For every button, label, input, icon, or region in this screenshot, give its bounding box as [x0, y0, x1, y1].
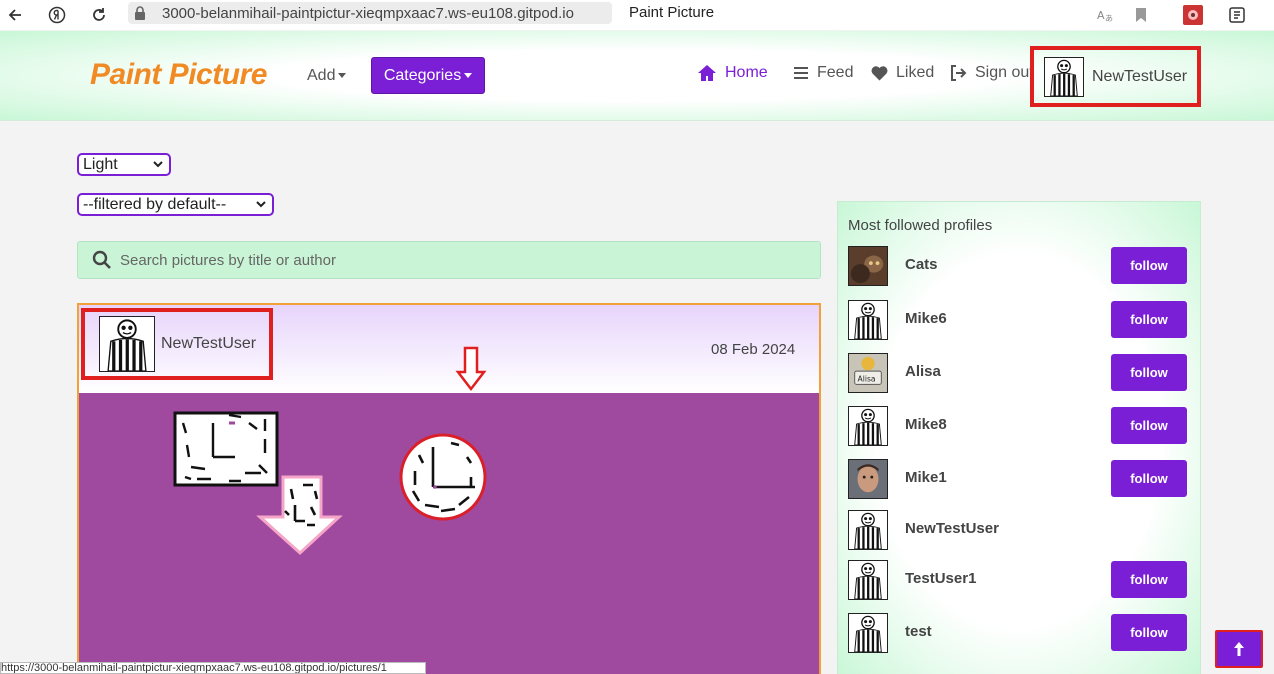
painting-shapes	[173, 411, 487, 556]
avatar	[1044, 56, 1084, 97]
tab-title: Paint Picture	[629, 4, 715, 21]
lock-icon	[134, 6, 152, 20]
profile-row-alisa: Alisa Alisa follow	[848, 353, 1188, 393]
heart-icon	[871, 65, 888, 80]
back-to-top-button[interactable]	[1215, 630, 1263, 668]
profile-name[interactable]: Mike8	[905, 416, 947, 433]
filter-select[interactable]: --filtered by default--	[77, 193, 274, 216]
search-input[interactable]: Search pictures by title or author	[77, 241, 821, 279]
svg-text:あ: あ	[1105, 14, 1113, 23]
url-text: 3000-belanmihail-paintpictur-xieqmpxaac7…	[162, 4, 574, 22]
profile-row-newtestuser: NewTestUser	[848, 510, 1188, 550]
avatar[interactable]	[848, 560, 888, 600]
translate-icon[interactable]: Aあ	[1094, 4, 1116, 26]
nav-home-link[interactable]: Home	[697, 64, 768, 82]
profile-menu-icon[interactable]	[1226, 4, 1248, 26]
profile-row-testuser1: TestUser1 follow	[848, 560, 1188, 600]
follow-button[interactable]: follow	[1111, 407, 1187, 444]
avatar	[99, 316, 155, 372]
nav-username: NewTestUser	[1092, 67, 1188, 85]
categories-label: Categories	[383, 66, 462, 84]
avatar[interactable]	[848, 510, 888, 550]
svg-text:A: A	[1097, 9, 1105, 22]
profile-row-cats: Cats follow	[848, 246, 1188, 286]
avatar[interactable]	[848, 459, 888, 499]
profile-name[interactable]: TestUser1	[905, 570, 976, 587]
most-followed-panel: Most followed profiles Cats follow Mike6…	[837, 201, 1201, 674]
nav-liked-label: Liked	[896, 64, 935, 81]
search-placeholder: Search pictures by title or author	[120, 251, 336, 269]
profile-name[interactable]: NewTestUser	[905, 520, 999, 537]
nav-profile-link[interactable]: NewTestUser	[1030, 46, 1201, 107]
post-author-link[interactable]: NewTestUser	[81, 308, 273, 380]
nav-signout-link[interactable]: Sign out	[950, 64, 1034, 82]
nav-signout-label: Sign out	[975, 64, 1034, 81]
nav-feed-label: Feed	[817, 64, 854, 81]
avatar[interactable]	[848, 246, 888, 286]
site-navbar: Paint Picture Add Categories Home Feed L…	[0, 31, 1274, 121]
filter-select-value: --filtered by default--	[83, 195, 227, 213]
follow-button[interactable]: follow	[1111, 354, 1187, 391]
back-arrow-icon[interactable]	[4, 4, 26, 26]
avatar[interactable]	[848, 613, 888, 653]
profile-row-mike8: Mike8 follow	[848, 406, 1188, 446]
browser-toolbar: 3000-belanmihail-paintpictur-xieqmpxaac7…	[0, 0, 1274, 30]
bookmark-icon[interactable]	[1130, 4, 1152, 26]
profile-name[interactable]: Mike6	[905, 310, 947, 327]
follow-button[interactable]: follow	[1111, 301, 1187, 338]
post-date: 08 Feb 2024	[711, 341, 796, 358]
profile-row-test: test follow	[848, 613, 1188, 653]
caret-down-icon	[464, 73, 473, 78]
chevron-down-icon	[256, 201, 266, 208]
drawn-rectangle	[173, 411, 279, 487]
picture-card[interactable]: NewTestUser 08 Feb 2024	[77, 303, 821, 674]
profile-row-mike1: Mike1 follow	[848, 459, 1188, 499]
address-bar[interactable]: 3000-belanmihail-paintpictur-xieqmpxaac7…	[128, 2, 612, 24]
avatar[interactable]	[848, 406, 888, 446]
drawn-clock-circle	[399, 433, 487, 521]
caret-down-icon	[338, 73, 347, 79]
follow-button[interactable]: follow	[1111, 561, 1187, 598]
profile-name[interactable]: Alisa	[905, 363, 941, 380]
avatar[interactable]	[848, 300, 888, 340]
nav-home-label: Home	[725, 64, 768, 81]
follow-button[interactable]: follow	[1111, 614, 1187, 651]
categories-dropdown[interactable]: Categories	[371, 57, 485, 94]
chevron-down-icon	[153, 161, 163, 168]
down-arrow-annotation-icon	[455, 346, 487, 392]
svg-text:Alisa: Alisa	[858, 375, 876, 384]
add-dropdown[interactable]: Add	[307, 67, 347, 85]
most-followed-title: Most followed profiles	[848, 217, 993, 234]
picture-canvas[interactable]	[79, 393, 819, 674]
add-label: Add	[307, 67, 336, 84]
post-author-name: NewTestUser	[161, 335, 257, 352]
profile-name[interactable]: Cats	[905, 256, 938, 273]
drawn-down-arrow	[256, 475, 343, 556]
status-bar-url: https://3000-belanmihail-paintpictur-xie…	[0, 662, 426, 674]
profile-name[interactable]: test	[905, 623, 932, 640]
reload-icon[interactable]	[88, 4, 110, 26]
theme-select-value: Light	[83, 155, 118, 173]
search-icon	[92, 250, 111, 269]
nav-liked-link[interactable]: Liked	[871, 64, 934, 82]
list-icon	[794, 67, 808, 79]
avatar[interactable]: Alisa	[848, 353, 888, 393]
nav-feed-link[interactable]: Feed	[793, 64, 853, 82]
picture-card-header: NewTestUser 08 Feb 2024	[79, 305, 819, 393]
follow-button[interactable]: follow	[1111, 460, 1187, 497]
extension-icon[interactable]	[1182, 4, 1204, 26]
arrow-up-icon	[1234, 642, 1244, 656]
yandex-icon[interactable]	[46, 4, 68, 26]
profile-row-mike6: Mike6 follow	[848, 300, 1188, 340]
home-icon	[698, 65, 716, 81]
profile-name[interactable]: Mike1	[905, 469, 947, 486]
theme-select[interactable]: Light	[77, 153, 171, 176]
sign-out-icon	[951, 65, 967, 81]
follow-button[interactable]: follow	[1111, 247, 1187, 284]
brand-logo[interactable]: Paint Picture	[90, 58, 267, 92]
